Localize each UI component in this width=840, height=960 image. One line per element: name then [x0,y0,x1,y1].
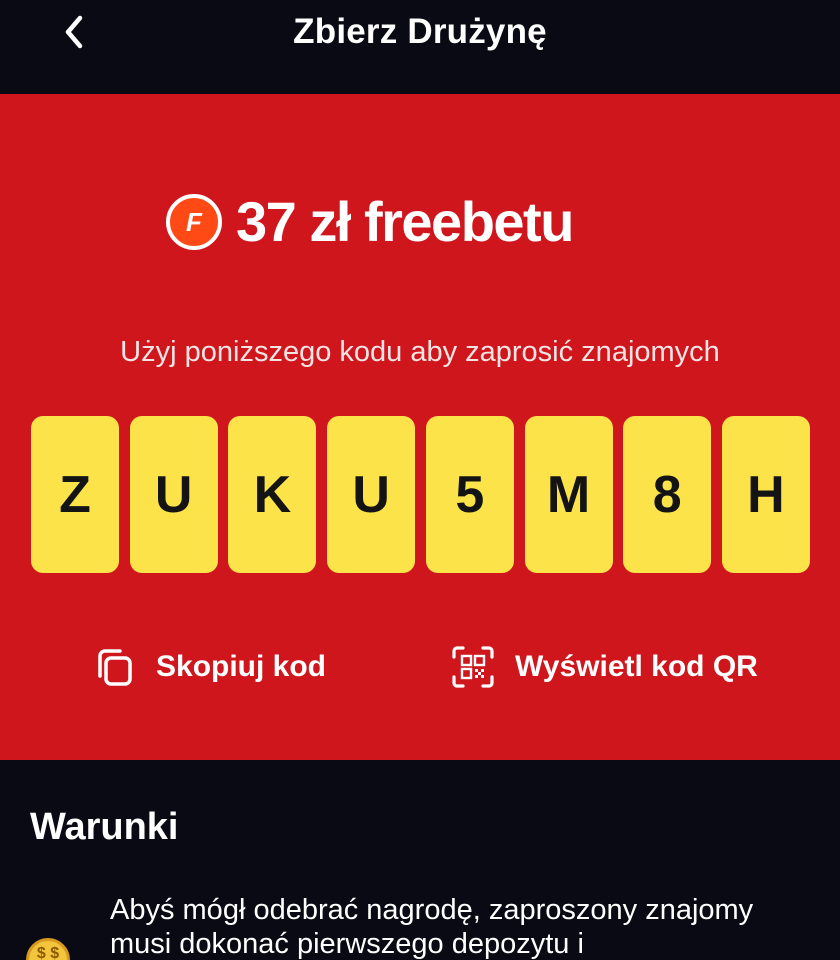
code-character-tile: M [524,416,613,573]
top-bar: Zbierz Drużynę [0,0,840,94]
copy-code-button[interactable]: Skopiuj kod [94,645,326,689]
freebet-badge-letter: F [186,206,202,237]
referral-code: Z U K U 5 M 8 H [31,416,810,573]
copy-icon [98,649,132,686]
code-character: 5 [455,465,485,524]
freebet-badge-icon: F [166,194,222,250]
code-character: U [352,465,390,524]
freebet-headline: F 37 zł freebetu [166,190,574,253]
code-character-tile: U [327,416,416,573]
freebet-amount: 37 zł freebetu [236,190,574,253]
page-title: Zbierz Drużynę [293,12,547,51]
code-character-tile: 8 [623,416,712,573]
code-character: Z [59,465,91,524]
show-qr-button[interactable]: Wyświetl kod QR [451,645,758,689]
terms-title: Warunki [30,806,179,848]
code-character-tile: H [721,416,810,573]
code-character-tile: Z [31,416,119,573]
coin-icon: $ $ [26,938,70,960]
show-qr-label: Wyświetl kod QR [515,650,758,683]
qr-code-icon [452,646,494,688]
invite-instruction: Użyj poniższego kodu aby zaprosić znajom… [120,336,720,368]
code-character: U [154,465,193,524]
code-character: M [546,465,591,524]
code-character-tile: U [129,416,218,573]
code-character-tile: K [228,416,317,573]
copy-code-label: Skopiuj kod [156,650,327,683]
code-character: 8 [652,465,682,524]
code-character-tile: 5 [425,416,514,573]
code-character: K [253,465,292,524]
terms-item-text: Abyś mógł odebrać nagrodę, zaproszony zn… [110,894,754,960]
code-character: H [747,465,785,524]
